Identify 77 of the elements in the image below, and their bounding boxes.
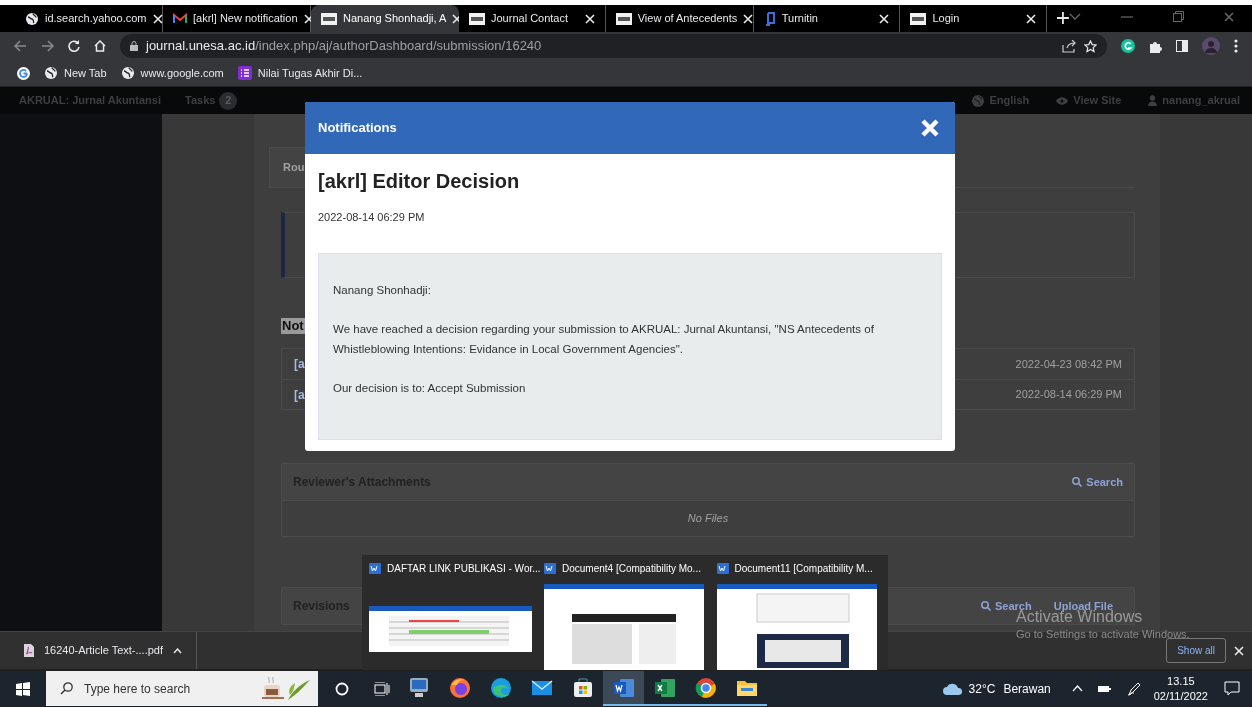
tea-cup-and-leaf-drawing: [262, 675, 312, 701]
globe-icon: [970, 93, 985, 108]
window-thumbnail[interactable]: [716, 584, 877, 670]
window-thumbnail[interactable]: [369, 606, 532, 652]
globe-icon: [25, 11, 39, 26]
dialog-title: Notifications: [318, 119, 398, 138]
word-icon[interactable]: [603, 671, 644, 706]
message-paragraph: Our decision is to: Accept Submission: [333, 380, 527, 396]
envelope-icon: [173, 13, 187, 24]
puzzle-icon[interactable]: [1149, 39, 1162, 53]
word-icon: [716, 562, 729, 574]
notification-link[interactable]: [a: [294, 355, 305, 373]
word-icon: [544, 562, 556, 574]
lock-icon: [130, 41, 138, 51]
back-icon[interactable]: [14, 40, 27, 52]
restore-icon[interactable]: [1173, 11, 1184, 22]
activation-subtitle: Go to Settings to activate Windows.: [1016, 627, 1190, 641]
new-tab-icon[interactable]: [1057, 12, 1069, 24]
window-title[interactable]: Document4 [Compatibility Mo...: [562, 560, 701, 576]
star-icon[interactable]: [1084, 39, 1097, 53]
more-menu-icon[interactable]: [1234, 39, 1238, 53]
browser-tab[interactable]: Nanang Shonhadji, A: [311, 5, 459, 32]
share-icon[interactable]: [1062, 39, 1076, 53]
notification-icon[interactable]: [1224, 681, 1240, 696]
browser-tab[interactable]: Journal Contact: [459, 5, 606, 32]
message-paragraph: Nanang Shonhadji:: [333, 282, 432, 298]
message-paragraph: We have reached a decision regarding your submission to AKRUAL: Jurnal Akuntansi, "NS Antecedents of Whistleblowing Intentions: Evidance in Local Government Agencies".: [333, 321, 875, 357]
temperature-text: 32°C: [968, 680, 996, 698]
notification-time: 2022-04-23 08:42 PM: [1015, 356, 1122, 372]
bookmark-link[interactable]: www.google.com: [140, 64, 224, 82]
extension-circle-icon[interactable]: [1121, 39, 1135, 53]
forward-icon[interactable]: [41, 40, 54, 52]
download-file-name[interactable]: 16240-Article Text-....pdf: [44, 642, 164, 659]
notification-link[interactable]: [a: [294, 385, 305, 404]
home-icon[interactable]: [94, 40, 106, 52]
page-icon: [910, 12, 927, 25]
cortana-circle-icon[interactable]: [335, 681, 349, 696]
battery-icon[interactable]: [1096, 684, 1111, 693]
notification-time: 2022-08-14 06:29 PM: [1015, 387, 1122, 403]
search-link[interactable]: Search: [1086, 473, 1123, 491]
page-icon: [469, 12, 485, 25]
show-all-button[interactable]: Show all: [1166, 638, 1226, 663]
search-icon: [981, 601, 991, 611]
empty-message: No Files: [281, 501, 1135, 537]
page-icon: [615, 12, 632, 25]
pen-icon[interactable]: [1126, 681, 1141, 696]
user-icon: [1148, 95, 1158, 106]
window-title[interactable]: DAFTAR LINK PUBLIKASI - Wor...: [387, 560, 541, 576]
cloud-icon[interactable]: [941, 681, 964, 696]
chevron-down-icon[interactable]: [1069, 12, 1081, 21]
page-icon: [321, 12, 337, 25]
weather-text: Berawan: [1003, 680, 1051, 698]
eye-icon: [1056, 96, 1069, 105]
windows-start-icon[interactable]: [16, 681, 30, 696]
address-bar[interactable]: journal.unesa.ac.id/index.php/aj/authorDashboard/submission/16240: [120, 34, 1107, 58]
side-panel-icon[interactable]: [1176, 40, 1188, 52]
taskbar-search-field[interactable]: Type here to search: [46, 671, 318, 706]
bookmark-link[interactable]: Nilai Tugas Akhir Di...: [257, 64, 363, 82]
globe-icon: [44, 66, 58, 80]
section-heading: Not: [281, 318, 305, 334]
window-thumbnail[interactable]: [544, 584, 704, 670]
list-icon: [237, 66, 252, 80]
bookmark-link[interactable]: New Tab: [64, 64, 107, 82]
search-icon: [60, 682, 73, 695]
reload-icon[interactable]: [68, 40, 80, 52]
word-icon: [369, 562, 381, 574]
search-icon: [1072, 477, 1083, 487]
window-title[interactable]: Document11 [Compatibility M...: [734, 560, 873, 576]
google-icon[interactable]: [17, 66, 30, 80]
bookmark-bracket-icon: [763, 11, 776, 26]
notification-date: 2022-08-14 06:29 PM: [318, 210, 426, 225]
task-view-icon[interactable]: [374, 681, 390, 696]
clock[interactable]: 13.15 02/11/2022: [1153, 673, 1208, 704]
pdf-file-icon: [24, 644, 34, 657]
globe-icon: [120, 66, 135, 80]
url-text: journal.unesa.ac.id/index.php/aj/authorDashboard/submission/16240: [146, 37, 543, 56]
chevron-up-icon[interactable]: [173, 647, 183, 654]
